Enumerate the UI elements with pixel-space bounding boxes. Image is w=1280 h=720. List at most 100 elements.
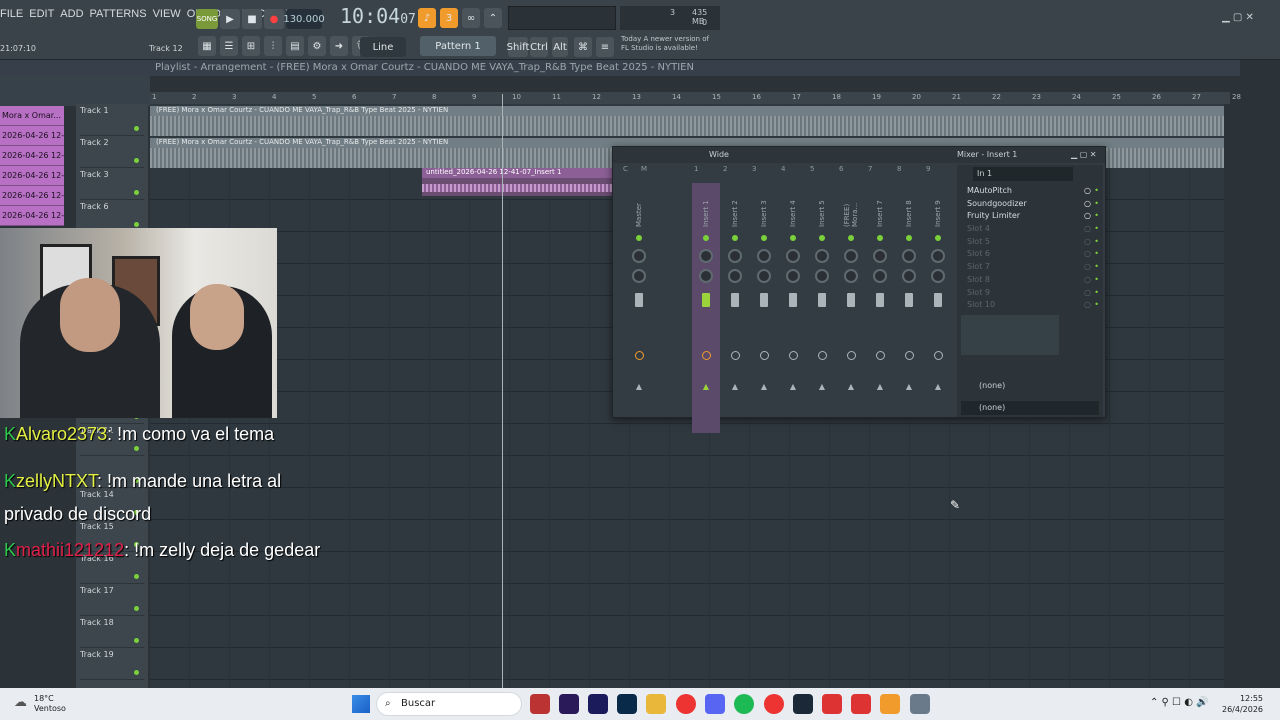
track-header-17[interactable]: Track 18 xyxy=(80,618,144,648)
channel-enable-led[interactable] xyxy=(848,235,854,241)
slot-mix-knob-icon[interactable]: ○ xyxy=(1084,210,1091,222)
pan-knob[interactable] xyxy=(728,249,742,263)
volume-fader[interactable] xyxy=(635,293,643,307)
track-header-2[interactable]: Track 2 xyxy=(80,138,144,168)
channel-rack-icon[interactable]: ⊞ xyxy=(242,36,260,56)
mixer-channel-5[interactable]: Insert 4 ▲ xyxy=(779,183,807,433)
volume-fader[interactable] xyxy=(702,293,710,307)
mixer-channel-6[interactable]: Insert 5 ▲ xyxy=(808,183,836,433)
menu-edit[interactable]: EDIT xyxy=(29,8,54,20)
stereo-knob[interactable] xyxy=(844,269,858,283)
route-arrow-icon[interactable]: ▲ xyxy=(924,382,952,391)
channel-enable-led[interactable] xyxy=(935,235,941,241)
fl-studio-icon[interactable] xyxy=(880,694,900,714)
pan-knob[interactable] xyxy=(873,249,887,263)
slot-mix-knob-icon[interactable]: ○ xyxy=(1084,198,1091,210)
route-arrow-icon[interactable]: ▲ xyxy=(779,382,807,391)
stereo-knob[interactable] xyxy=(815,269,829,283)
clip-list-item[interactable]: 2026-04-26 12-... xyxy=(0,166,64,186)
channel-enable-led[interactable] xyxy=(906,235,912,241)
timeline-ruler[interactable]: 1 2 3 4 5 6 7 8 9 10 11 12 13 14 15 16 17 18 19 20 21 22 23 24 2… xyxy=(150,92,1241,104)
windows-start-icon[interactable] xyxy=(352,695,370,713)
slot-mix-knob-icon[interactable]: ○ xyxy=(1084,287,1091,299)
clip-list-item[interactable]: 2026-04-26 12-... xyxy=(0,206,64,226)
effect-slot-5[interactable]: Slot 5 ○ • xyxy=(957,236,1103,249)
route-arrow-icon[interactable]: ▲ xyxy=(866,382,894,391)
metronome-icon[interactable]: ♪ xyxy=(418,8,436,28)
slot-enable-led[interactable]: • xyxy=(1094,198,1099,210)
audio-clip-1[interactable]: (FREE) Mora x Omar Courtz - CUANDO ME VA… xyxy=(150,106,1224,136)
track-mute-led[interactable] xyxy=(134,158,139,163)
menu-file[interactable]: FILE xyxy=(0,8,23,20)
track-mute-led[interactable] xyxy=(134,222,139,227)
output-2[interactable]: (none) xyxy=(961,401,1099,415)
mixer-window-controls[interactable]: ▁ ▢ ✕ xyxy=(1071,147,1097,163)
effect-slot-6[interactable]: Slot 6 ○ • xyxy=(957,248,1103,261)
mixer-channel-7[interactable]: (FREE) Mora... ▲ xyxy=(837,183,865,433)
record-arm-icon[interactable] xyxy=(759,351,769,360)
news-panel[interactable]: Today A newer version of FL Studio is av… xyxy=(621,35,717,53)
play-button[interactable]: ▶ xyxy=(220,9,240,29)
effect-slot-3[interactable]: Fruity Limiter ○ • xyxy=(957,210,1103,223)
record-arm-icon[interactable] xyxy=(634,351,644,360)
loop-record-icon[interactable]: ∞ xyxy=(462,8,480,28)
steam-icon[interactable] xyxy=(793,694,813,714)
clip-list-item[interactable]: 2026-04-26 12-... xyxy=(0,146,64,166)
volume-fader[interactable] xyxy=(731,293,739,307)
pan-knob[interactable] xyxy=(632,249,646,263)
effect-slot-2[interactable]: Soundgoodizer ○ • xyxy=(957,198,1103,211)
channel-enable-led[interactable] xyxy=(732,235,738,241)
route-arrow-icon[interactable]: ▲ xyxy=(895,382,923,391)
track-header-3[interactable]: Track 3 xyxy=(80,170,144,200)
effect-slot-10[interactable]: Slot 10 ○ • xyxy=(957,299,1103,312)
record-arm-icon[interactable] xyxy=(933,351,943,360)
slot-enable-led[interactable]: • xyxy=(1094,185,1099,197)
track-header-16[interactable]: Track 17 xyxy=(80,586,144,616)
menu-add[interactable]: ADD xyxy=(60,8,83,20)
mixer-window[interactable]: Wide Mixer - Insert 1 ▁ ▢ ✕ C M 1 2 3 4 5 6 7 8 9 M… xyxy=(612,146,1106,433)
step-edit-icon[interactable]: ⌃ xyxy=(484,8,502,28)
slot-mix-knob-icon[interactable]: ○ xyxy=(1084,248,1091,260)
track-mute-led[interactable] xyxy=(134,606,139,611)
stereo-knob[interactable] xyxy=(632,269,646,283)
app-icon[interactable] xyxy=(530,694,550,714)
channel-enable-led[interactable] xyxy=(877,235,883,241)
channel-enable-led[interactable] xyxy=(636,235,642,241)
arrow-icon[interactable]: ➜ xyxy=(330,36,348,56)
channel-enable-led[interactable] xyxy=(703,235,709,241)
slot-mix-knob-icon[interactable]: ○ xyxy=(1084,223,1091,235)
stereo-knob[interactable] xyxy=(757,269,771,283)
pattern-select[interactable]: Pattern 1 xyxy=(420,36,496,56)
alt-button[interactable]: Alt xyxy=(552,37,568,57)
master-pitch-slider[interactable] xyxy=(508,6,616,30)
channel-enable-led[interactable] xyxy=(790,235,796,241)
volume-fader[interactable] xyxy=(847,293,855,307)
clip-list-item[interactable]: Mora x Omar... xyxy=(0,106,64,126)
channel-enable-led[interactable] xyxy=(761,235,767,241)
track-header-18[interactable]: Track 19 xyxy=(80,650,144,680)
track-mute-led[interactable] xyxy=(134,446,139,451)
record-arm-icon[interactable] xyxy=(788,351,798,360)
spotify-icon[interactable] xyxy=(734,694,754,714)
slot-enable-led[interactable]: • xyxy=(1094,223,1099,235)
tray-icons[interactable]: ⌃ ⚲ ☐ ◐ 🔊 xyxy=(1150,697,1209,708)
slot-mix-knob-icon[interactable]: ○ xyxy=(1084,299,1091,311)
track-mute-led[interactable] xyxy=(134,670,139,675)
slot-enable-led[interactable]: • xyxy=(1094,210,1099,222)
weather-widget[interactable]: 18°C Ventoso xyxy=(34,694,66,714)
input-select[interactable]: In 1 xyxy=(973,167,1073,181)
mixer-channel-2[interactable]: Insert 1 ▲ xyxy=(692,183,720,433)
stereo-knob[interactable] xyxy=(728,269,742,283)
mixer-channel-9[interactable]: Insert 8 ▲ xyxy=(895,183,923,433)
settings-app-icon[interactable] xyxy=(910,694,930,714)
volume-fader[interactable] xyxy=(760,293,768,307)
playhead[interactable] xyxy=(502,94,503,688)
chrome-icon[interactable] xyxy=(676,694,696,714)
record-arm-icon[interactable] xyxy=(904,351,914,360)
app-red-icon[interactable] xyxy=(822,694,842,714)
clip-list-item[interactable]: 2026-04-26 12-... xyxy=(0,126,64,146)
discord-icon[interactable] xyxy=(705,694,725,714)
folder-icon[interactable] xyxy=(646,694,666,714)
volume-fader[interactable] xyxy=(876,293,884,307)
track-header-1[interactable]: Track 1 xyxy=(80,106,144,136)
